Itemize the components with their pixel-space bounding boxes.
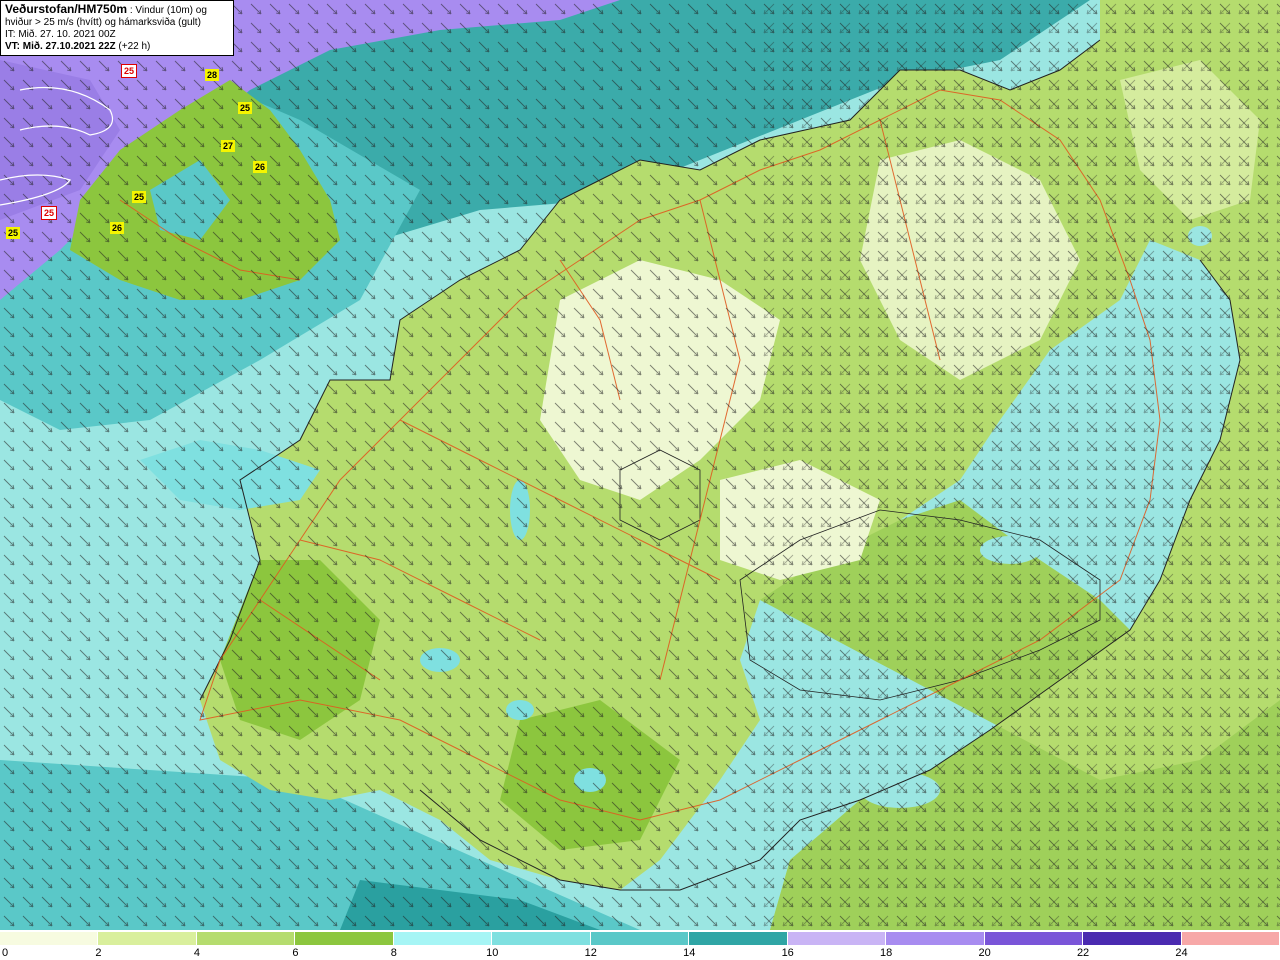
legend-colorbar bbox=[0, 932, 1280, 945]
legend-tick-label: 8 bbox=[390, 947, 397, 959]
legend-tick-label: 4 bbox=[193, 947, 200, 959]
gust-label: 25 bbox=[120, 64, 138, 78]
legend-tick-label: 20 bbox=[978, 947, 991, 959]
gust-label: 27 bbox=[220, 140, 236, 152]
legend-swatch bbox=[590, 932, 690, 945]
legend-swatch bbox=[393, 932, 493, 945]
legend-swatch bbox=[886, 932, 985, 945]
init-time: IT: Mið. 27. 10. 2021 00Z bbox=[5, 29, 116, 40]
gust-label: 25 bbox=[237, 102, 253, 114]
legend-tick-label: 22 bbox=[1076, 947, 1090, 959]
forecast-hour: (+22 h) bbox=[115, 41, 151, 52]
legend-tick-label: 18 bbox=[880, 947, 893, 959]
legend-tick-label: 10 bbox=[486, 947, 499, 959]
legend-swatch bbox=[689, 932, 788, 945]
valid-time: VT: Mið. 27.10.2021 22Z bbox=[5, 41, 116, 52]
gust-label: 25 bbox=[5, 227, 21, 239]
legend-swatch bbox=[295, 932, 394, 945]
legend-tick-label: 24 bbox=[1175, 947, 1188, 959]
gust-label: 26 bbox=[109, 222, 125, 234]
legend-swatch bbox=[984, 932, 1084, 945]
legend-swatch bbox=[1083, 932, 1182, 945]
wind-map bbox=[0, 0, 1280, 930]
color-legend: 0 2 4 6 8 10 12 14 16 18 20 22 24 bbox=[0, 930, 1280, 960]
gust-label: 26 bbox=[252, 161, 268, 173]
legend-swatch bbox=[0, 932, 99, 945]
legend-tick-label: 12 bbox=[584, 947, 597, 959]
header-title-line: Veðurstofan/HM750m : Vindur (10m) og bbox=[5, 3, 229, 17]
title-suffix: : Vindur (10m) og bbox=[127, 5, 207, 16]
legend-swatch bbox=[196, 932, 296, 945]
valid-time-line: VT: Mið. 27.10.2021 22Z (+22 h) bbox=[5, 41, 229, 53]
legend-swatch bbox=[98, 932, 197, 945]
legend-swatch bbox=[492, 932, 591, 945]
legend-tick-label: 16 bbox=[781, 947, 794, 959]
gust-label: 25 bbox=[131, 191, 147, 203]
wind-arrows-east bbox=[760, 0, 1280, 930]
legend-swatch bbox=[787, 932, 887, 945]
header-description: hviður > 25 m/s (hvítt) og hámarksviða (… bbox=[5, 17, 201, 28]
legend-tick-label: 0 bbox=[1, 947, 9, 959]
gust-label: 25 bbox=[40, 206, 58, 220]
gust-label: 28 bbox=[204, 69, 220, 81]
legend-tick-label: 2 bbox=[95, 947, 102, 959]
legend-swatch bbox=[1181, 932, 1280, 945]
model-title: Veðurstofan/HM750m bbox=[5, 2, 128, 16]
legend-tick-label: 14 bbox=[683, 947, 696, 959]
map-header: Veðurstofan/HM750m : Vindur (10m) og hvi… bbox=[0, 0, 234, 56]
legend-tick-label: 6 bbox=[292, 947, 299, 959]
